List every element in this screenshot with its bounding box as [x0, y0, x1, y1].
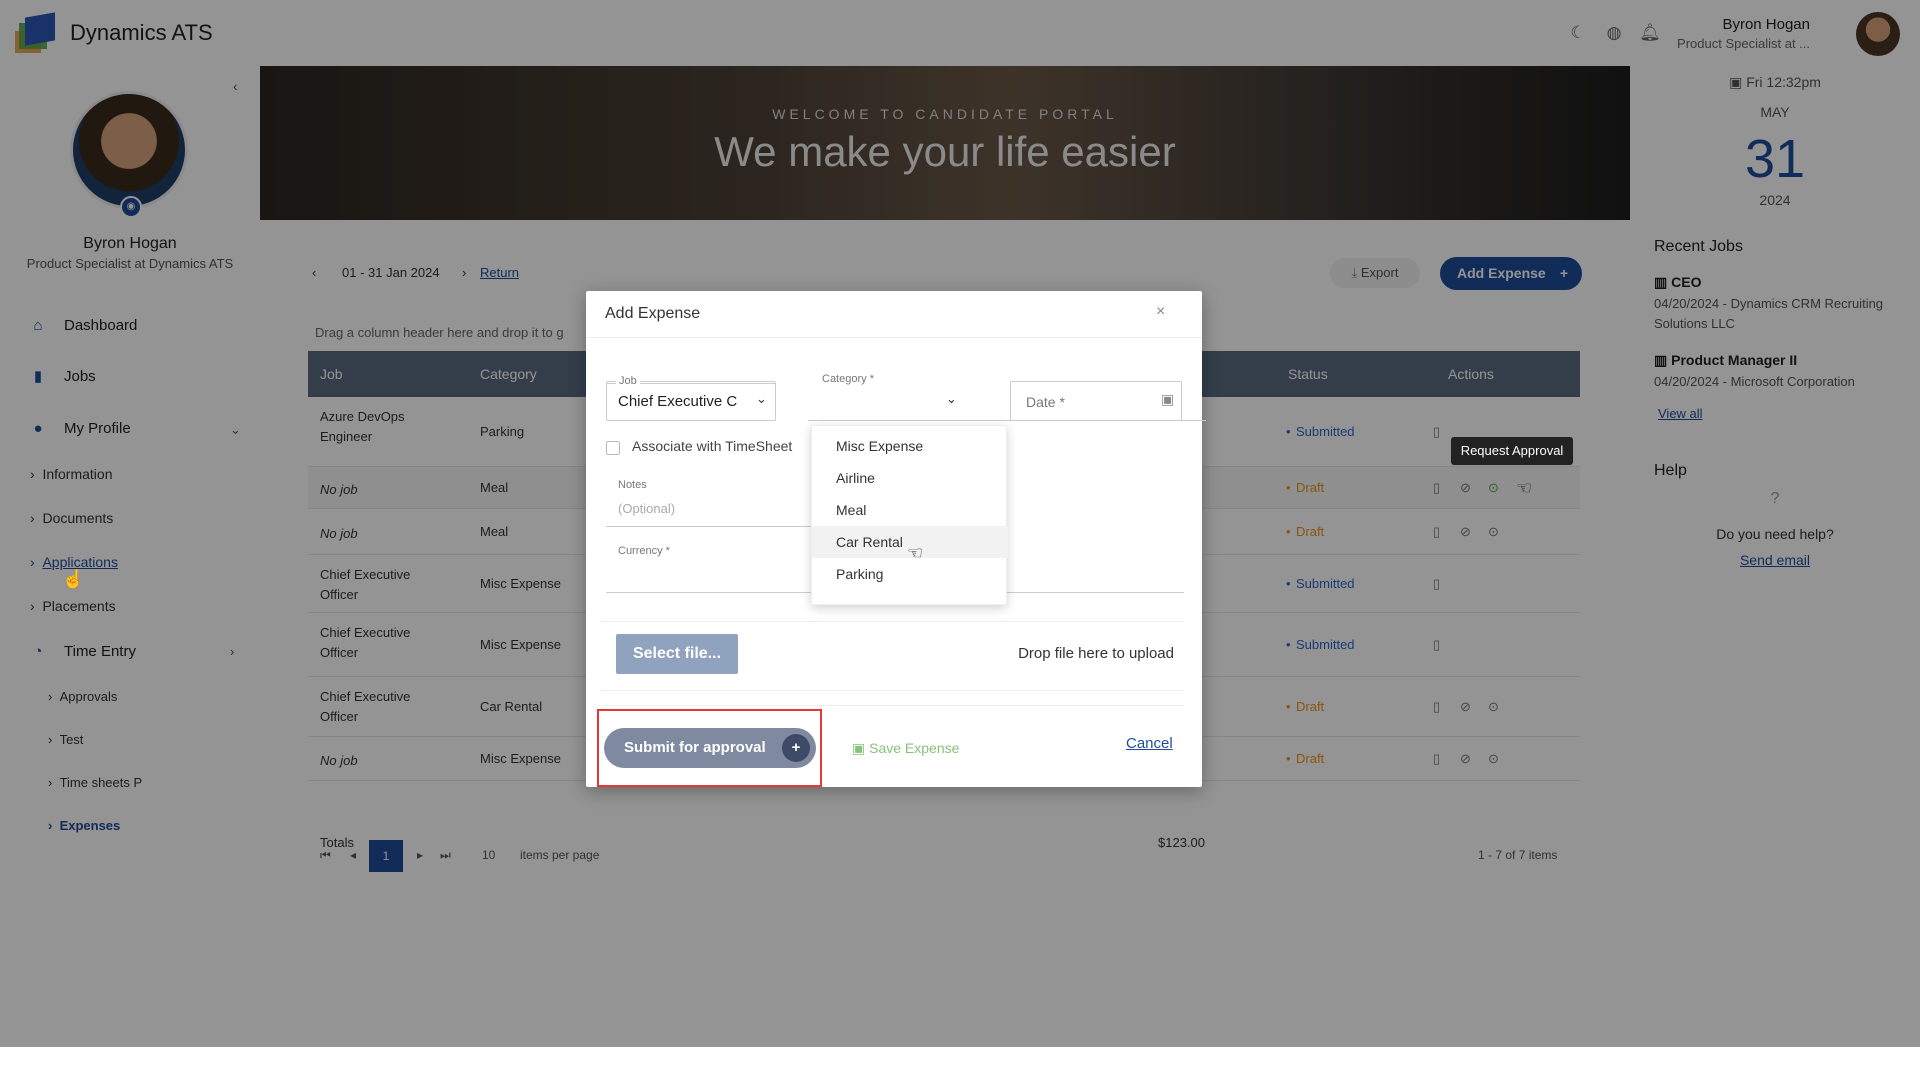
dropdown-option[interactable]: Misc Expense [836, 438, 923, 454]
chevron-down-icon: ⌄ [946, 391, 957, 406]
job-label: Job [616, 375, 640, 387]
save-icon: ▣ [852, 740, 870, 756]
close-icon[interactable]: × [1156, 303, 1165, 321]
cancel-button[interactable]: Cancel [1126, 735, 1173, 752]
chevron-down-icon: ⌄ [756, 391, 767, 406]
associate-timesheet-checkbox[interactable] [606, 441, 620, 455]
notes-placeholder: (Optional) [618, 501, 676, 516]
currency-label: Currency * [618, 545, 670, 557]
select-file-button[interactable]: Select file... [616, 634, 738, 674]
dropdown-option[interactable]: Airline [836, 470, 875, 486]
notes-label: Notes [618, 479, 647, 491]
category-dropdown: Misc Expense Airline Meal Car Rental Par… [811, 425, 1008, 605]
drop-file-text: Drop file here to upload [1018, 645, 1174, 662]
save-label: Save Expense [869, 740, 960, 756]
submit-label: Submit for approval [624, 739, 766, 756]
dropdown-option[interactable]: Parking [836, 566, 883, 582]
file-upload[interactable]: Select file... Drop file here to upload [602, 621, 1184, 691]
app-window: Dynamics ATS ☾ ◍ 🔔︎ Byron Hogan Product … [0, 0, 1920, 1047]
pointer-cursor-icon: ☝ [62, 569, 85, 589]
save-expense-button[interactable]: ▣ Save Expense [852, 740, 959, 757]
plus-icon: + [782, 734, 810, 762]
associate-timesheet-label: Associate with TimeSheet [632, 438, 793, 454]
pointer-cursor-icon: ☜ [907, 543, 924, 563]
category-label: Category * [822, 373, 874, 385]
date-label: Date * [1026, 394, 1065, 410]
calendar-icon[interactable]: ▣ [1161, 391, 1174, 408]
submit-for-approval-button[interactable]: Submit for approval + [604, 728, 816, 768]
dropdown-option[interactable]: Meal [836, 502, 866, 518]
modal-title: Add Expense [605, 305, 701, 322]
pointer-cursor-icon: ☜ [1516, 478, 1533, 498]
request-approval-tooltip: Request Approval [1451, 437, 1573, 465]
job-value: Chief Executive C [618, 393, 738, 410]
